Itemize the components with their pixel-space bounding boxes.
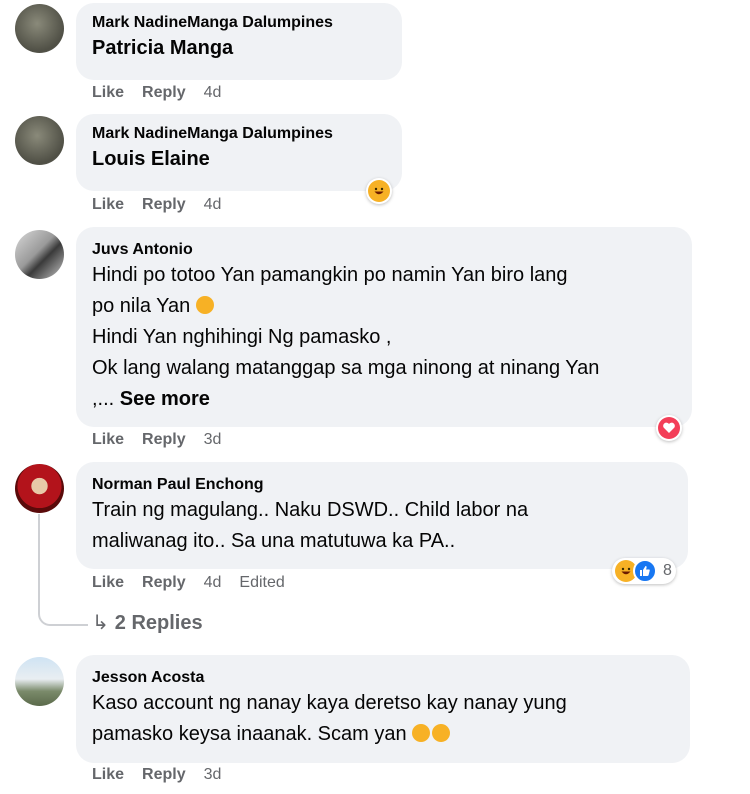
comment-bubble: Jesson Acosta Kaso account ng nanay kaya… (76, 655, 690, 763)
reply-button[interactable]: Reply (142, 196, 186, 213)
comment-line: Train ng magulang.. Naku DSWD.. Child la… (92, 499, 529, 521)
comment-actions: Like Reply 4d (92, 196, 239, 214)
reaction-badge[interactable] (366, 178, 392, 204)
comment-time[interactable]: 4d (204, 574, 222, 591)
like-button[interactable]: Like (92, 196, 124, 213)
comment-line: ,... See more (92, 388, 210, 410)
grinning-face-icon (412, 724, 431, 742)
comment-author[interactable]: Mark NadineManga Dalumpines (92, 123, 386, 144)
comment-bubble: Mark NadineManga Dalumpines Patricia Man… (76, 3, 402, 80)
reaction-badge[interactable]: 8 (612, 558, 676, 584)
reaction-count: 8 (663, 562, 672, 579)
comment-actions: Like Reply 3d (92, 766, 239, 784)
comment-author[interactable]: Juvs Antonio (92, 239, 676, 260)
comment-line: Hindi po totoo Yan pamangkin po namin Ya… (92, 264, 568, 286)
comment-author[interactable]: Norman Paul Enchong (92, 474, 672, 495)
reply-button[interactable]: Reply (142, 431, 186, 448)
comment-line: Kaso account ng nanay kaya deretso kay n… (92, 692, 567, 714)
hugging-face-icon (195, 296, 214, 314)
like-button[interactable]: Like (92, 431, 124, 448)
avatar[interactable] (15, 116, 64, 165)
avatar[interactable] (15, 657, 64, 706)
edited-label: Edited (239, 574, 285, 591)
avatar[interactable] (15, 4, 64, 53)
replies-label: 2 Replies (114, 612, 203, 634)
comment-line: maliwanag ito.. Sa una matutuwa ka PA.. (92, 530, 456, 552)
reply-arrow-icon: ↳ (92, 612, 109, 634)
comment-bubble: Mark NadineManga Dalumpines Louis Elaine (76, 114, 402, 191)
comment-bubble: Juvs Antonio Hindi po totoo Yan pamangki… (76, 227, 692, 427)
like-button[interactable]: Like (92, 766, 124, 783)
comment-line: pamasko keysa inaanak. Scam yan (92, 719, 674, 750)
comment-time[interactable]: 3d (204, 766, 222, 783)
comment-author[interactable]: Mark NadineManga Dalumpines (92, 12, 386, 33)
comment-line: Hindi Yan nghihingi Ng pamasko , (92, 326, 392, 348)
comment-actions: Like Reply 4d (92, 84, 239, 102)
comment-line: po nila Yan (92, 291, 676, 322)
comment-author[interactable]: Jesson Acosta (92, 667, 674, 688)
comment-time[interactable]: 3d (204, 431, 222, 448)
comment-bubble: Norman Paul Enchong Train ng magulang.. … (76, 462, 688, 569)
reply-button[interactable]: Reply (142, 766, 186, 783)
view-replies-button[interactable]: ↳ 2 Replies (92, 610, 203, 635)
reply-button[interactable]: Reply (142, 84, 186, 101)
comment-text[interactable]: Louis Elaine (92, 144, 386, 175)
comment-time[interactable]: 4d (204, 84, 222, 101)
see-more-link[interactable]: See more (120, 388, 210, 410)
haha-reaction-icon (368, 180, 390, 202)
comment-time[interactable]: 4d (204, 196, 222, 213)
reply-button[interactable]: Reply (142, 574, 186, 591)
love-reaction-icon (658, 417, 680, 439)
reaction-badge[interactable] (656, 415, 682, 441)
comment-actions: Like Reply 3d (92, 431, 239, 449)
like-button[interactable]: Like (92, 84, 124, 101)
comment-line: Ok lang walang matanggap sa mga ninong a… (92, 357, 600, 379)
like-reaction-icon (633, 559, 657, 583)
like-button[interactable]: Like (92, 574, 124, 591)
comment-text[interactable]: Patricia Manga (92, 33, 386, 64)
avatar[interactable] (15, 464, 64, 513)
avatar[interactable] (15, 230, 64, 279)
comment-actions: Like Reply 4d Edited (92, 574, 303, 592)
rofl-face-icon (429, 721, 454, 745)
